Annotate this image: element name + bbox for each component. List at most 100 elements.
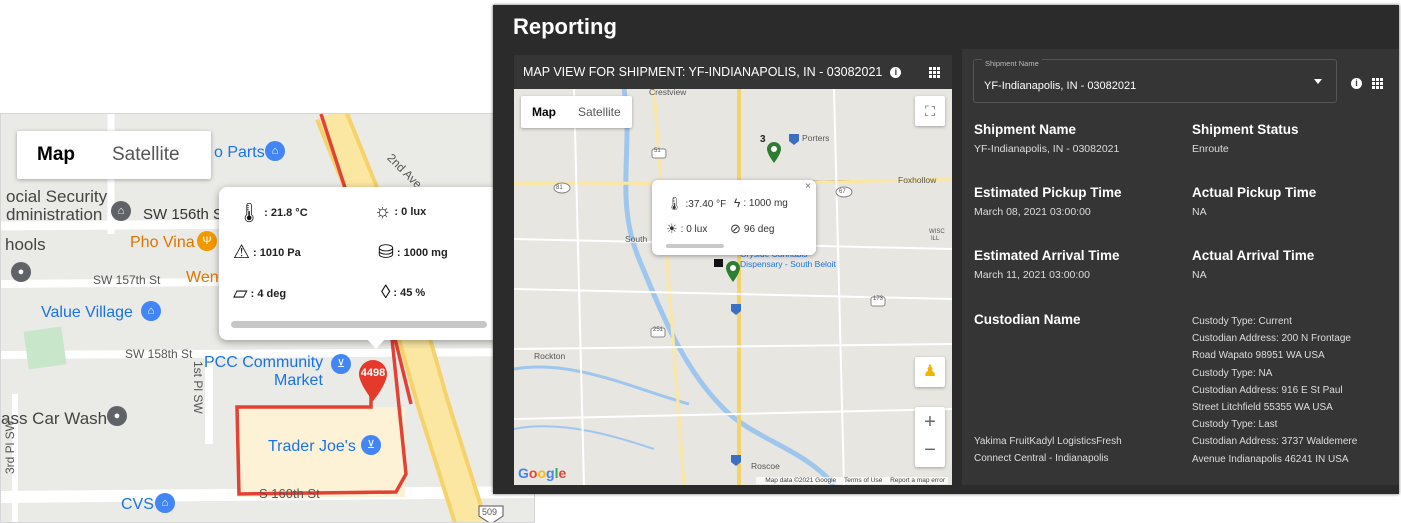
schools-label: hools bbox=[5, 235, 46, 254]
popup-scrollbar[interactable] bbox=[231, 321, 487, 328]
act-pickup-value: NA bbox=[1192, 206, 1207, 218]
shipment-status-heading: Shipment Status bbox=[1192, 122, 1299, 137]
shipment-map[interactable]: Crestview Porters Foxhollow South Orysid… bbox=[514, 89, 952, 485]
sw157-street-label: SW 157th St bbox=[93, 273, 161, 287]
social-security-label-1: ocial Security bbox=[6, 187, 108, 206]
foxhollow-label: Foxhollow bbox=[898, 175, 937, 185]
car-wash-poi-icon[interactable]: ● bbox=[107, 406, 127, 426]
zoom-in-button[interactable]: + bbox=[915, 407, 945, 437]
auto-parts-label: o Parts bbox=[214, 144, 265, 161]
thermometer-icon: 🌡 bbox=[666, 196, 683, 211]
thermometer-icon: 🌡 bbox=[237, 203, 262, 224]
sun-icon: ☼ bbox=[374, 201, 392, 222]
custodian-heading: Custodian Name bbox=[974, 312, 1081, 327]
map-view-card: MAP VIEW FOR SHIPMENT: YF-INDIANAPOLIS, … bbox=[514, 55, 952, 485]
custody-line: Custody Type: NA bbox=[1192, 367, 1273, 379]
first-pl-label: 1st Pl SW bbox=[191, 361, 205, 414]
grid-icon[interactable] bbox=[1372, 78, 1383, 89]
route-509-label: 509 bbox=[482, 507, 498, 517]
act-pickup-heading: Actual Pickup Time bbox=[1192, 185, 1317, 200]
est-pickup-heading: Estimated Pickup Time bbox=[974, 185, 1122, 200]
act-arrival-heading: Actual Arrival Time bbox=[1192, 248, 1315, 263]
left-map-button[interactable]: Map bbox=[17, 131, 95, 179]
restaurant-poi-icon[interactable]: Ψ bbox=[197, 231, 217, 251]
shipment-status-value: Enroute bbox=[1192, 143, 1229, 155]
shipment-marker-pin[interactable]: 4498 bbox=[357, 358, 389, 401]
shopping-poi-icon[interactable]: ⌂ bbox=[141, 301, 161, 321]
custody-line: Custodian Address: 200 N Frontage bbox=[1192, 333, 1351, 345]
select-value: YF-Indianapolis, IN - 03082021 bbox=[984, 80, 1137, 92]
zoom-out-button[interactable]: − bbox=[915, 437, 945, 467]
value-village-label: Value Village bbox=[41, 304, 133, 321]
popup-tilt: 96 deg bbox=[743, 223, 775, 235]
fullscreen-button[interactable]: ⛶ bbox=[915, 96, 945, 126]
crestview-label: Crestview bbox=[649, 89, 687, 97]
custody-line: Avenue Indianapolis 46241 IN USA bbox=[1192, 453, 1349, 465]
bolt-icon: ϟ bbox=[734, 196, 741, 210]
custodian-names-line-2: Connect Central - Indianapolis bbox=[974, 453, 1109, 464]
roscoe-label: Roscoe bbox=[751, 461, 780, 471]
marker-number: 4498 bbox=[360, 367, 386, 379]
south-label: South bbox=[625, 234, 648, 244]
wen-label: Wen bbox=[186, 269, 219, 286]
custody-list: Custody Type: Current Custodian Address:… bbox=[1192, 313, 1392, 468]
popup-pressure: : 1010 Pa bbox=[253, 246, 301, 259]
street-view-button[interactable]: ♟ bbox=[915, 357, 945, 387]
shipment-name-value: YF-Indianapolis, IN - 03082021 bbox=[974, 143, 1120, 155]
act-arrival-value: NA bbox=[1192, 269, 1207, 281]
shipment-map-canvas bbox=[514, 89, 952, 485]
government-poi-icon[interactable]: ⌂ bbox=[111, 201, 131, 221]
tilt-off-icon: ⊘ bbox=[730, 221, 741, 236]
info-icon[interactable]: i bbox=[1351, 78, 1362, 89]
map-view-header: MAP VIEW FOR SHIPMENT: YF-INDIANAPOLIS, … bbox=[514, 55, 952, 89]
trader-joes-poi-icon[interactable]: ⊻ bbox=[361, 435, 381, 455]
shipment-name-select[interactable]: Shipment Name YF-Indianapolis, IN - 0308… bbox=[973, 59, 1337, 103]
pressure-icon: ⚠ bbox=[233, 242, 251, 263]
school-poi-icon[interactable]: ● bbox=[11, 262, 31, 282]
page-title: Reporting bbox=[513, 14, 617, 39]
ill-label: ILL bbox=[931, 236, 940, 242]
terms-link[interactable]: Terms of Use bbox=[844, 477, 882, 484]
sw158-street-label: SW 158th St bbox=[125, 347, 193, 361]
cluster-3-label: 3 bbox=[760, 134, 766, 145]
fullscreen-icon: ⛶ bbox=[925, 103, 935, 119]
sun-icon: ☀ bbox=[666, 221, 678, 236]
s160-street-label: S 160th St bbox=[259, 486, 320, 501]
popup-scrollbar[interactable] bbox=[666, 244, 724, 248]
rockton-label: Rockton bbox=[534, 351, 566, 361]
trader-joes-label: Trader Joe's bbox=[268, 438, 356, 455]
est-pickup-value: March 08, 2021 03:00:00 bbox=[974, 206, 1091, 218]
store-poi-icon[interactable]: ⌂ bbox=[265, 141, 285, 161]
reporting-panel: Reporting MAP VIEW FOR SHIPMENT: YF-INDI… bbox=[493, 5, 1399, 494]
route-173-label: 173 bbox=[873, 296, 884, 302]
grocery-poi-icon[interactable]: ⊻ bbox=[331, 354, 351, 374]
select-label: Shipment Name bbox=[982, 59, 1042, 68]
custody-line: Custodian Address: 916 E St Paul bbox=[1192, 384, 1343, 396]
pcc-label-1: PCC Community bbox=[204, 354, 324, 371]
report-error-link[interactable]: Report a map error bbox=[890, 477, 945, 484]
details-actions: i bbox=[1351, 78, 1383, 89]
popup-close-button[interactable]: × bbox=[805, 181, 811, 192]
grid-icon[interactable] bbox=[929, 66, 941, 78]
pharmacy-poi-icon[interactable]: ⌂ bbox=[155, 493, 175, 513]
tilt-icon: ▱ bbox=[233, 283, 248, 304]
map-button[interactable]: Map bbox=[521, 96, 567, 128]
info-icon[interactable]: i bbox=[890, 66, 902, 78]
humidity-icon: ◊ bbox=[381, 282, 391, 303]
left-map-card[interactable]: Map Satellite ocial Security dministrati… bbox=[0, 113, 535, 523]
custody-line: Road Wapato 98951 WA USA bbox=[1192, 350, 1325, 362]
popup-weight: : 1000 mg bbox=[396, 246, 448, 259]
shipment-details-card: Shipment Name YF-Indianapolis, IN - 0308… bbox=[962, 49, 1399, 485]
left-satellite-button[interactable]: Satellite bbox=[95, 131, 197, 179]
map-view-title: MAP VIEW FOR SHIPMENT: YF-INDIANAPOLIS, … bbox=[523, 65, 883, 79]
popup-weight: : 1000 mg bbox=[743, 197, 788, 209]
popup-humidity: : 45 % bbox=[393, 287, 426, 299]
left-map-type-toggle: Map Satellite bbox=[17, 131, 211, 179]
map-data-text: Map data ©2021 Google bbox=[765, 477, 837, 484]
google-logo[interactable]: Google bbox=[518, 465, 566, 481]
wisc-label: WISC bbox=[929, 229, 945, 235]
custody-line: Custody Type: Current bbox=[1192, 316, 1292, 327]
shipment-name-heading: Shipment Name bbox=[974, 122, 1077, 137]
satellite-button[interactable]: Satellite bbox=[567, 96, 632, 128]
route-251-label: 251 bbox=[653, 327, 664, 333]
